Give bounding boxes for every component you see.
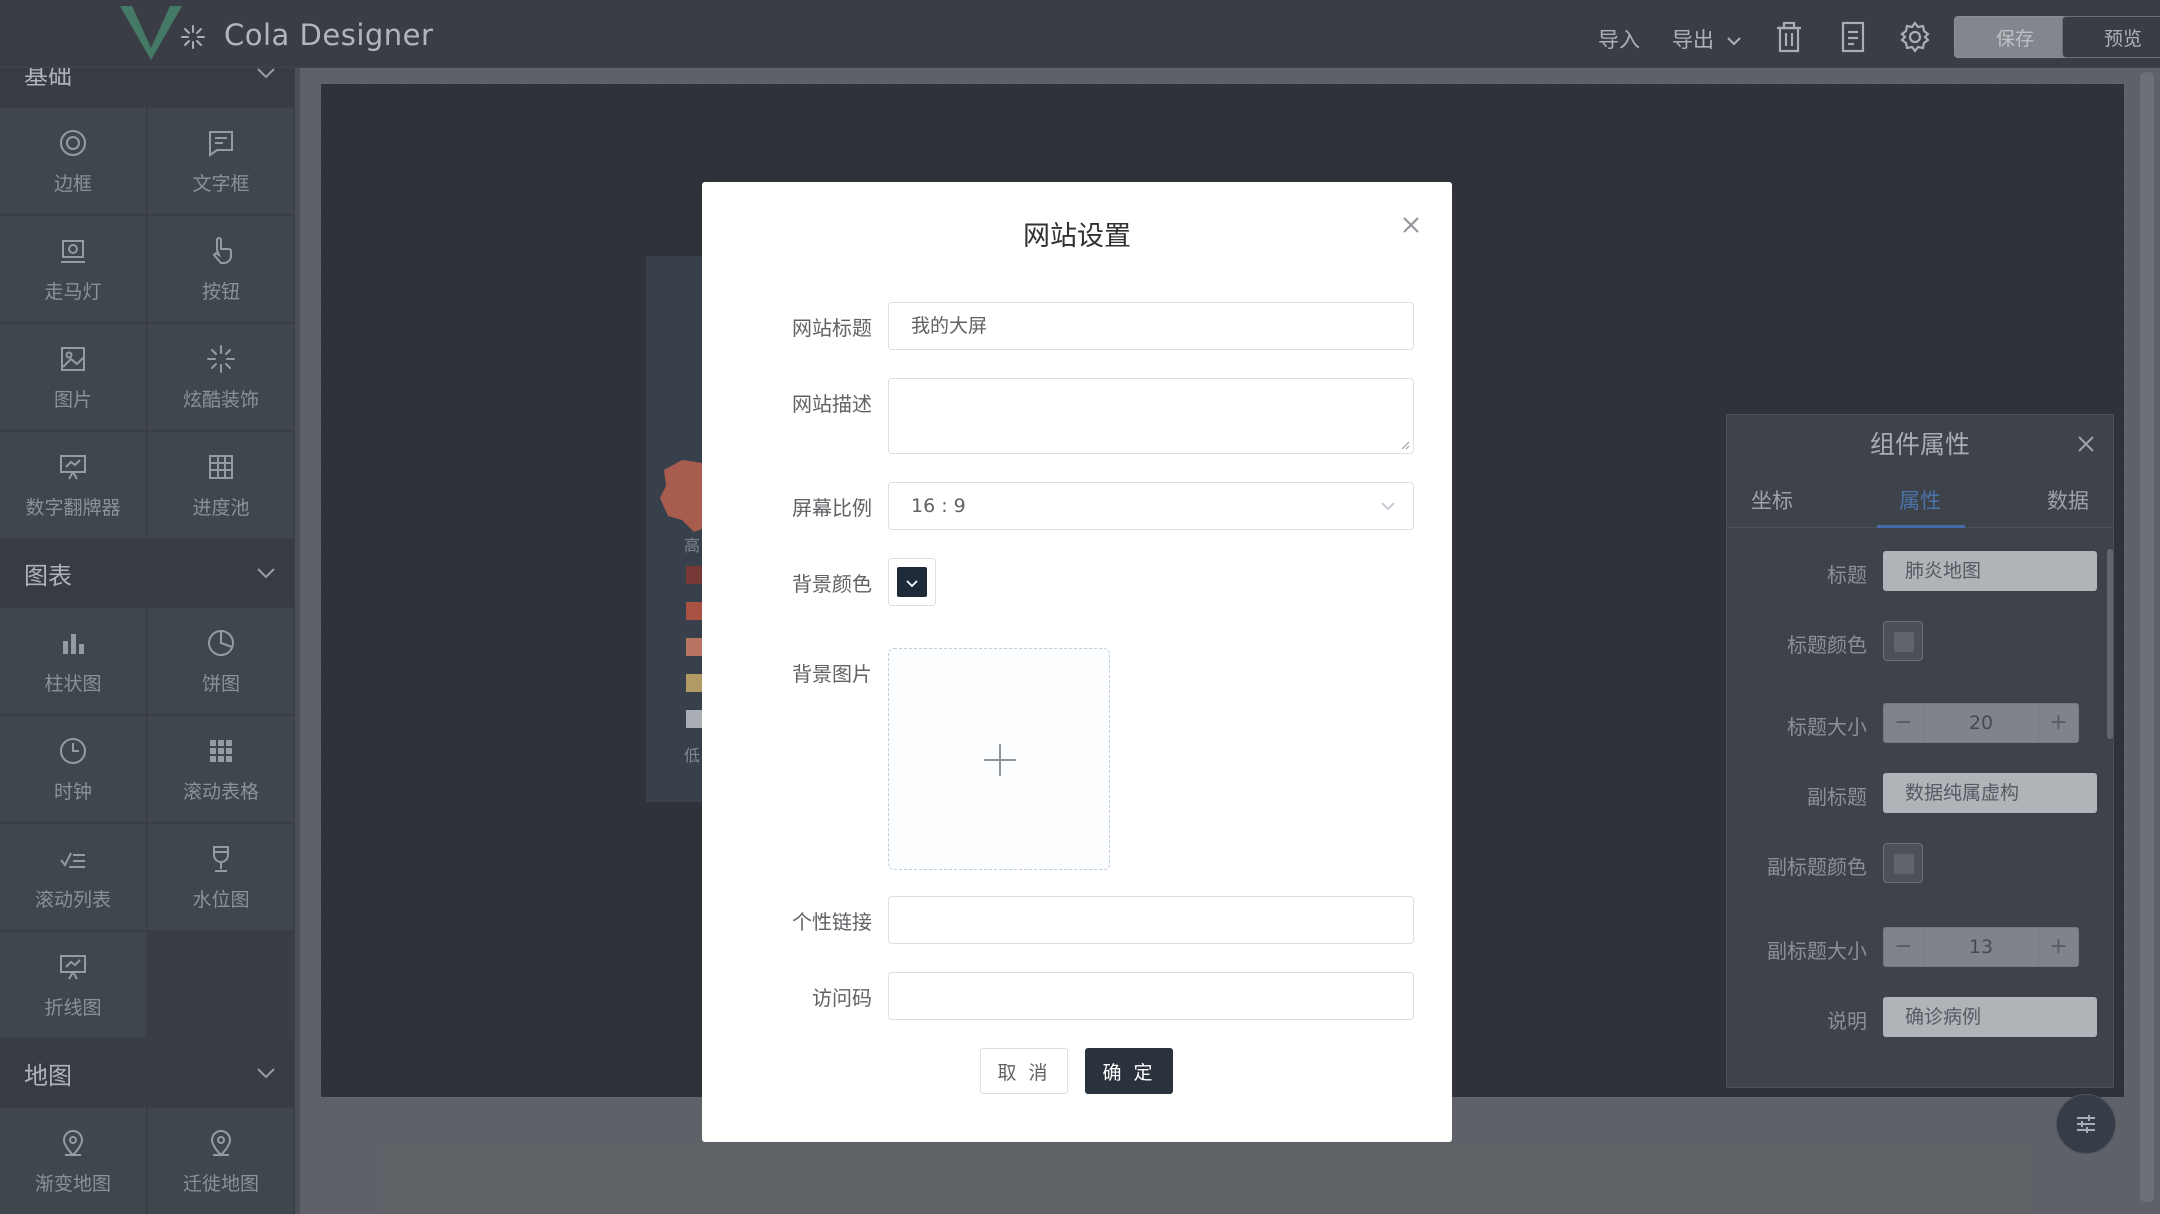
dialog-title: 网站设置 (1023, 221, 1131, 252)
link-label: 个性链接 (792, 910, 872, 934)
bg-color-label: 背景颜色 (792, 572, 872, 596)
access-code-input[interactable] (888, 972, 1414, 1020)
resize-grip-icon[interactable] (1400, 440, 1410, 450)
site-desc-label: 网站描述 (792, 392, 872, 416)
ratio-select[interactable]: 16 : 9 (888, 482, 1414, 530)
access-code-label: 访问码 (812, 986, 872, 1010)
chevron-down-icon (1381, 502, 1395, 511)
site-title-label: 网站标题 (792, 316, 872, 340)
confirm-button[interactable]: 确 定 (1085, 1048, 1173, 1094)
site-desc-textarea[interactable] (888, 378, 1414, 454)
plus-icon (984, 744, 1016, 776)
link-input[interactable] (888, 896, 1414, 944)
site-settings-dialog: 网站设置 网站标题 我的大屏 网站描述 屏幕比例 16 : 9 背景颜色 背景图… (702, 182, 1452, 1142)
color-swatch (897, 567, 927, 597)
bg-image-label: 背景图片 (792, 662, 872, 686)
ratio-value: 16 : 9 (911, 495, 966, 517)
site-title-input[interactable]: 我的大屏 (888, 302, 1414, 350)
bg-image-uploader[interactable] (888, 648, 1110, 870)
ratio-label: 屏幕比例 (792, 496, 872, 520)
chevron-down-icon (906, 580, 918, 588)
cancel-button[interactable]: 取 消 (980, 1048, 1068, 1094)
bg-color-picker[interactable] (888, 558, 936, 606)
close-icon[interactable] (1400, 214, 1422, 236)
